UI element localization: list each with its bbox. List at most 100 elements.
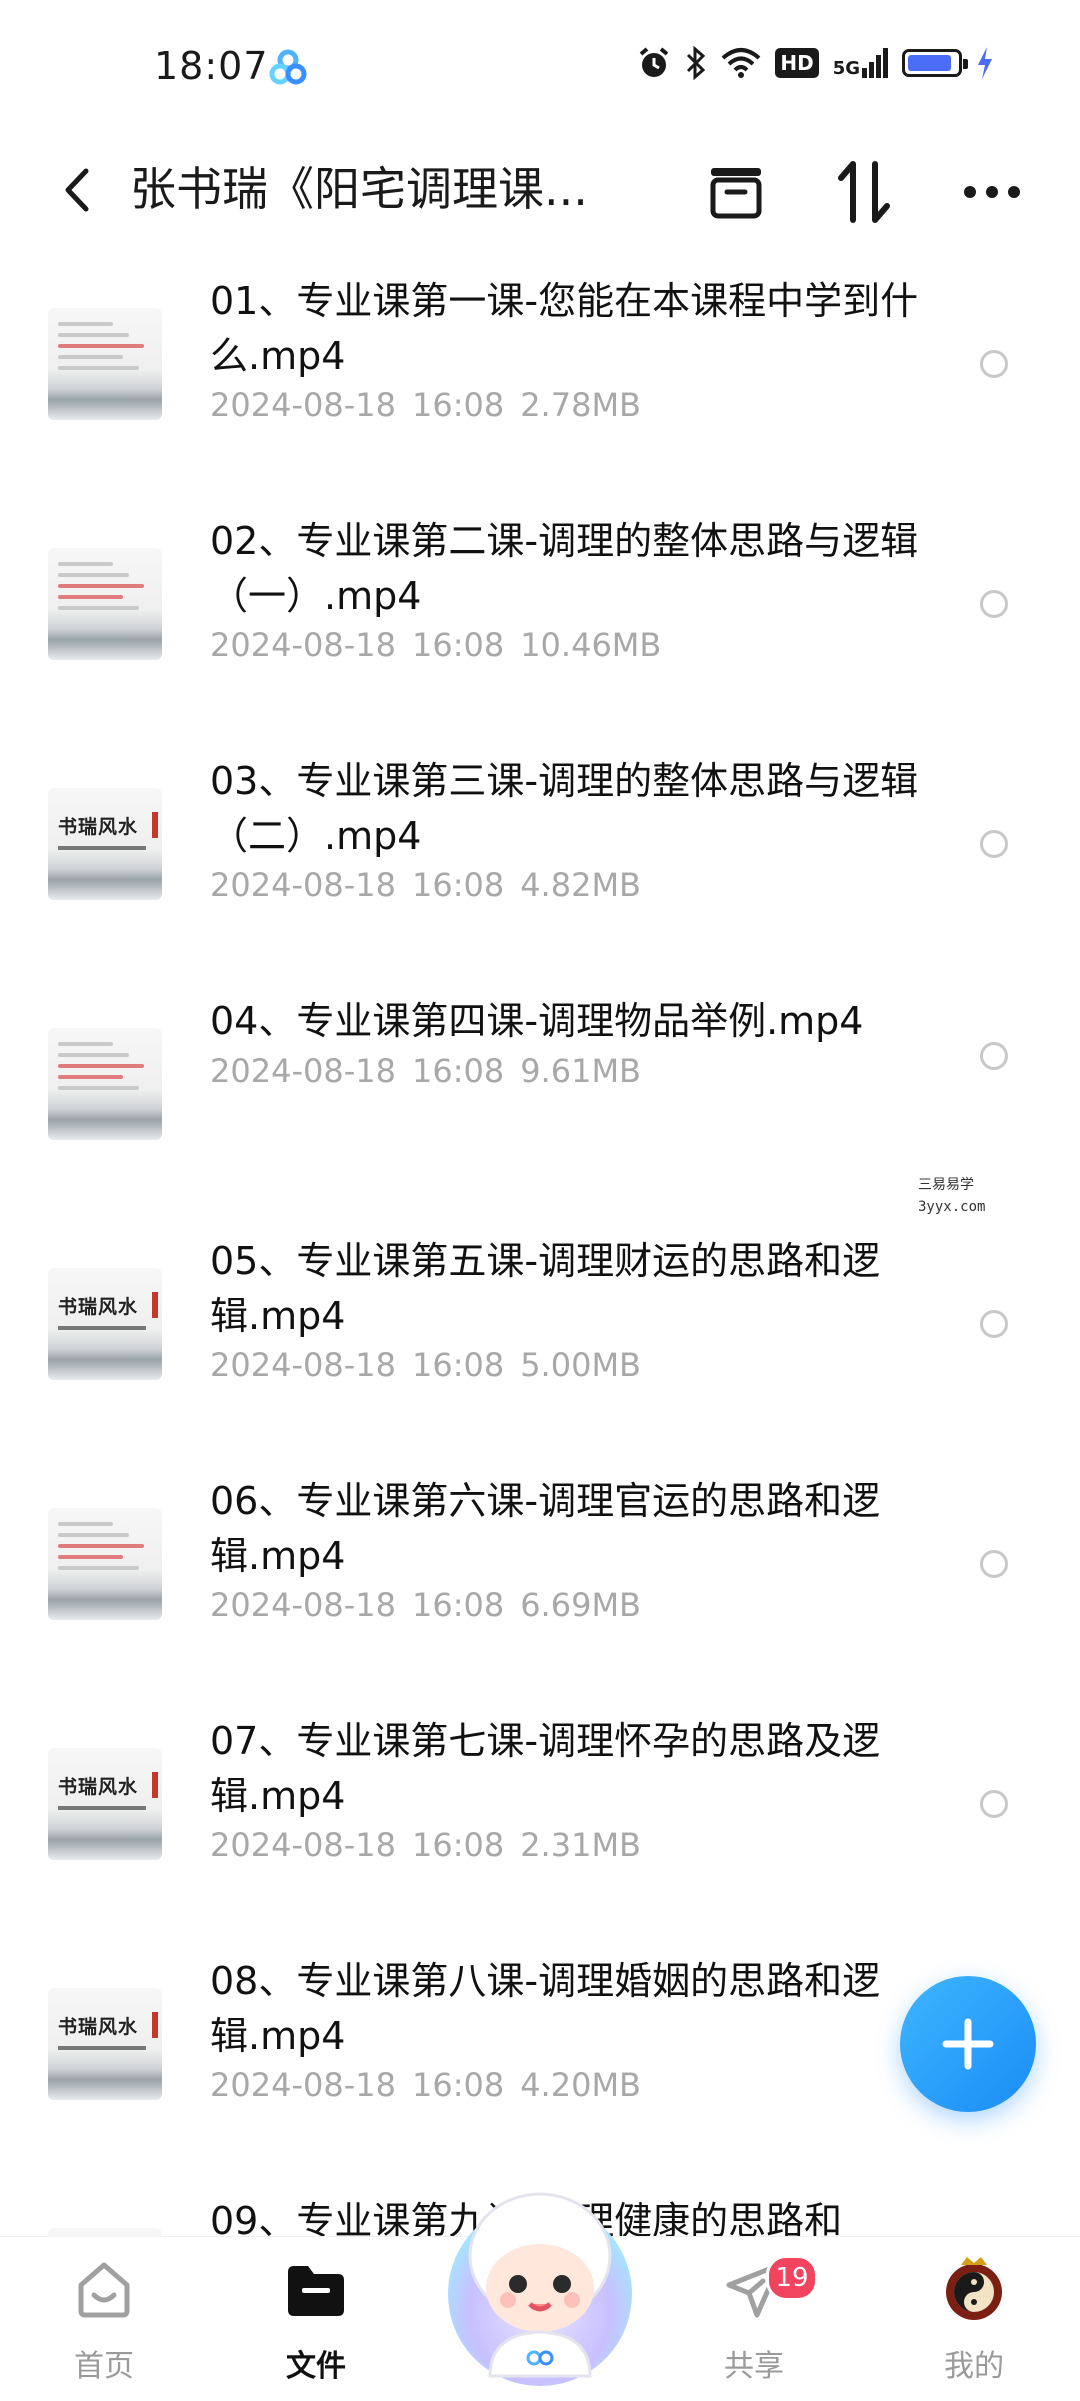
page-title: 张书瑞《阳宅调理课... [130,162,588,216]
file-date: 2024-08-18 [210,1586,396,1624]
file-list-item[interactable]: 书瑞风水 05、专业课第五课-调理财运的思路和逻辑.mp4 2024-08-18 16… [0,1222,1080,1462]
nav-profile-label: 我的 [944,2349,1004,2384]
file-meta: 2024-08-18 16:08 6.69MB [210,1586,641,1624]
video-thumbnail [48,308,162,420]
video-thumbnail [48,548,162,660]
archive-button[interactable] [704,160,768,224]
profile-avatar-icon [946,2257,1002,2320]
nav-files[interactable]: 文件 [246,2253,386,2385]
file-time: 16:08 [411,1826,505,1864]
add-button[interactable] [900,1976,1036,2112]
file-name: 01、专业课第一课-您能在本课程中学到什么.mp4 [210,279,919,378]
signal-icon: 5G [833,48,888,78]
select-radio[interactable] [980,1310,1008,1338]
file-date: 2024-08-18 [210,1052,396,1090]
select-radio[interactable] [980,1790,1008,1818]
back-button[interactable] [48,160,104,220]
file-size: 4.20MB [520,2066,641,2104]
file-list-item[interactable]: 书瑞风水 07、专业课第七课-调理怀孕的思路及逻辑.mp4 2024-08-18 16… [0,1702,1080,1942]
file-list-item[interactable]: 02、专业课第二课-调理的整体思路与逻辑（一）.mp4 2024-08-18 16:… [0,502,1080,742]
file-size: 4.82MB [520,866,641,904]
plus-icon [942,2018,994,2070]
file-meta: 2024-08-18 16:08 2.31MB [210,1826,641,1864]
watermark: 三易易学 3yyx.com [918,1177,986,1215]
file-time: 16:08 [411,626,505,664]
select-radio[interactable] [980,830,1008,858]
file-time: 16:08 [411,1346,505,1384]
top-app-bar: 张书瑞《阳宅调理课... [0,136,1080,246]
file-size: 9.61MB [520,1052,641,1090]
nav-files-label: 文件 [286,2349,346,2384]
video-thumbnail [48,1028,162,1140]
bluetooth-icon [687,46,706,80]
file-time: 16:08 [411,386,505,424]
select-radio[interactable] [980,350,1008,378]
nav-home-label: 首页 [74,2349,134,2384]
home-icon [78,2262,130,2318]
select-radio[interactable] [980,1042,1008,1070]
file-list-item[interactable]: 01、专业课第一课-您能在本课程中学到什么.mp4 2024-08-18 16:08… [0,262,1080,502]
battery-level [908,55,952,71]
status-time: 18:07 [154,44,269,88]
file-date: 2024-08-18 [210,386,396,424]
nav-share-label: 共享 [724,2349,784,2384]
assistant-mascot-icon [448,2192,632,2386]
file-meta: 2024-08-18 16:08 4.82MB [210,866,641,904]
video-thumbnail: 书瑞风水 [48,788,162,900]
assistant-mascot-button[interactable] [430,2176,650,2386]
share-notification-badge: 19 [766,2255,818,2301]
thumbnail-logo-text: 书瑞风水 [58,1776,139,1798]
nav-share[interactable]: 19 共享 [684,2253,824,2385]
file-date: 2024-08-18 [210,1826,396,1864]
video-thumbnail: 书瑞风水 [48,2228,162,2236]
alarm-icon [640,47,669,77]
file-list: 01、专业课第一课-您能在本课程中学到什么.mp4 2024-08-18 16:08… [0,246,1080,2236]
file-name: 07、专业课第七课-调理怀孕的思路及逻辑.mp4 [210,1719,881,1818]
wifi-icon [722,48,761,78]
file-list-item[interactable]: 06、专业课第六课-调理官运的思路和逻辑.mp4 2024-08-18 16:08 6… [0,1462,1080,1702]
file-meta: 2024-08-18 16:08 5.00MB [210,1346,641,1384]
nav-home[interactable]: 首页 [34,2253,174,2385]
file-time: 16:08 [411,1586,505,1624]
select-radio[interactable] [980,590,1008,618]
battery-icon [902,49,968,77]
file-meta: 2024-08-18 16:08 9.61MB [210,1052,641,1090]
thumbnail-logo-text: 书瑞风水 [58,1296,139,1318]
file-size: 6.69MB [520,1586,641,1624]
back-arrow-icon [65,168,89,212]
file-name: 04、专业课第四课-调理物品举例.mp4 [210,999,864,1043]
more-button[interactable] [960,160,1024,224]
file-meta: 2024-08-18 16:08 2.78MB [210,386,641,424]
file-name: 08、专业课第八课-调理婚姻的思路和逻辑.mp4 [210,1959,881,2058]
file-date: 2024-08-18 [210,866,396,904]
archive-icon [710,168,762,219]
status-bar: 18:07 HD 5G [0,0,1080,136]
select-radio[interactable] [980,1550,1008,1578]
file-date: 2024-08-18 [210,1346,396,1384]
file-size: 10.46MB [520,626,662,664]
hd-badge: HD [775,48,819,78]
file-meta: 2024-08-18 16:08 4.20MB [210,2066,641,2104]
file-size: 5.00MB [520,1346,641,1384]
thumbnail-logo-text: 书瑞风水 [58,816,139,838]
file-list-item[interactable]: 书瑞风水 03、专业课第三课-调理的整体思路与逻辑（二）.mp4 2024-08-1… [0,742,1080,982]
status-icons: HD 5G [637,46,994,80]
file-time: 16:08 [411,2066,505,2104]
video-thumbnail: 书瑞风水 [48,1268,162,1380]
file-name: 03、专业课第三课-调理的整体思路与逻辑（二）.mp4 [210,759,919,858]
video-thumbnail [48,1508,162,1620]
file-name: 05、专业课第五课-调理财运的思路和逻辑.mp4 [210,1239,881,1338]
file-name: 06、专业课第六课-调理官运的思路和逻辑.mp4 [210,1479,881,1578]
file-name: 02、专业课第二课-调理的整体思路与逻辑（一）.mp4 [210,519,919,618]
file-time: 16:08 [411,1052,505,1090]
file-size: 2.78MB [520,386,641,424]
folder-icon [288,2266,344,2316]
sort-button[interactable] [832,160,896,224]
video-thumbnail: 书瑞风水 [48,1988,162,2100]
file-date: 2024-08-18 [210,626,396,664]
file-meta: 2024-08-18 16:08 10.46MB [210,626,661,664]
thumbnail-logo-text: 书瑞风水 [58,2016,139,2038]
nav-profile[interactable]: 我的 [904,2253,1044,2385]
sort-icon [838,161,890,223]
app-notification-icon [268,48,308,92]
